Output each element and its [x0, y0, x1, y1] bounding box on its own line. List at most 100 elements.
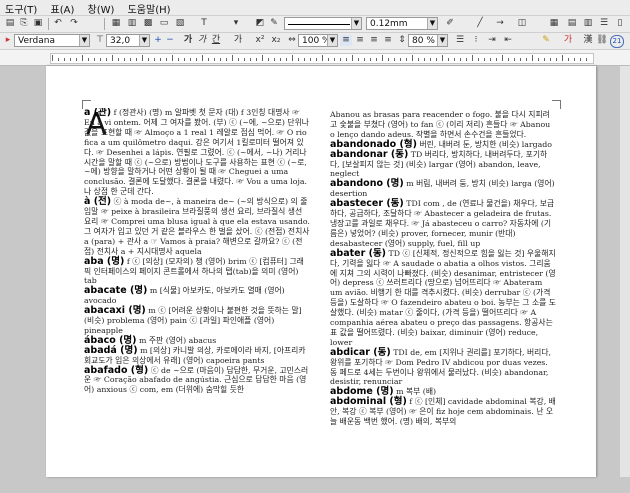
highlight-icon[interactable]: ✎ [540, 35, 552, 46]
char-style-button[interactable]: 가 [232, 35, 244, 46]
ruler-tick [556, 58, 557, 61]
dictionary-entry: à (전) ⓒ à moda de~, à maneira de~ (~의 방식… [84, 197, 310, 256]
menu-window[interactable]: 창(W) [83, 0, 120, 16]
ruler-tick [112, 55, 113, 61]
ruler-tick [202, 55, 203, 61]
table-icon[interactable]: ▦ [110, 18, 122, 29]
ruler-tick [196, 58, 197, 61]
entry-headword: abater (동) [330, 247, 387, 259]
ruler-tick [310, 58, 311, 61]
dictionary-entry: a (관) f (정관사) (명) m 알파벳 첫 문자 (대) f 3인칭 대… [84, 108, 310, 197]
ruler-tick [568, 58, 569, 61]
ruler-tick [484, 58, 485, 61]
font-size-icon: ⊤ [96, 35, 104, 45]
bullets-icon[interactable]: ☰ [454, 35, 466, 46]
menu-table[interactable]: 표(A) [46, 0, 80, 16]
align-center-icon[interactable]: ≡ [368, 35, 380, 46]
fill-icon[interactable]: ◫ [516, 18, 528, 29]
merge-icon[interactable]: ▥ [582, 18, 594, 29]
ruler-tick [76, 58, 77, 61]
hanja-icon[interactable]: 漢 [582, 35, 594, 46]
more-arrow-icon[interactable]: ▾ [230, 18, 242, 29]
paste-icon[interactable]: ▣ [32, 18, 44, 29]
ruler-tick [166, 58, 167, 61]
ruler-tick [580, 58, 581, 61]
chevron-down-icon: ▼ [427, 18, 437, 29]
menu-bar: 도구(T) 표(A) 창(W) 도움말(H) [0, 0, 630, 16]
ruler-tick [160, 58, 161, 61]
ruler-tick [154, 58, 155, 61]
ruler-tick [82, 55, 83, 61]
columns-icon[interactable]: ▭ [158, 18, 170, 29]
underline-button[interactable]: 간 [210, 35, 222, 46]
menu-tools[interactable]: 도구(T) [0, 0, 42, 16]
link-icon[interactable]: ⛓ [596, 35, 608, 46]
text-box-icon[interactable]: T [198, 18, 210, 29]
document-page[interactable]: A a (관) f (정관사) (명) m 알파벳 첫 문자 (대) f 3인칭… [46, 66, 596, 477]
vertical-scrollbar[interactable] [620, 66, 630, 477]
ruler-tick [430, 58, 431, 61]
cols-icon[interactable]: ▯ [614, 18, 626, 29]
ruler-tick [334, 58, 335, 61]
ruler-tick [70, 58, 71, 61]
ruler-tick [382, 55, 383, 61]
zoom-select[interactable]: 100 % ▼ [298, 34, 338, 47]
bold-button[interactable]: 가 [182, 35, 194, 46]
entry-headword: abacate (명) [84, 285, 148, 297]
pencil-icon[interactable]: ✎ [268, 18, 280, 29]
arrow-icon[interactable]: → [494, 18, 506, 29]
undo-icon[interactable]: ↶ [52, 18, 64, 29]
ruler-tick [262, 55, 263, 61]
outdent-icon[interactable]: ⇤ [502, 35, 514, 46]
shape-icon[interactable]: ◩ [254, 18, 266, 29]
ruler-tick [472, 55, 473, 61]
ruler-tick [268, 58, 269, 61]
ruler-tick [358, 58, 359, 61]
indent-icon[interactable]: ⇥ [486, 35, 498, 46]
shrink-font-icon[interactable]: − [164, 35, 176, 46]
ruler-tick [316, 58, 317, 61]
ruler-tick [496, 58, 497, 61]
ruler-tick [364, 58, 365, 61]
style-icon[interactable]: ▸ [2, 35, 14, 46]
table-grid-icon[interactable]: ▦ [548, 18, 560, 29]
entry-definition: Abanou as brasas para reacender o fogo. … [330, 110, 551, 139]
ruler-tick [520, 58, 521, 61]
superscript-icon[interactable]: x² [254, 35, 266, 46]
numbering-icon[interactable]: ⁝ [470, 35, 482, 46]
line-width-select[interactable]: 0.12mm ▼ [366, 17, 438, 30]
font-color-icon[interactable]: 가 [562, 35, 574, 46]
grow-font-icon[interactable]: + [152, 35, 164, 46]
italic-button[interactable]: 가 [196, 35, 208, 46]
page-count-badge[interactable]: 21 [610, 35, 624, 48]
rows-icon[interactable]: ☰ [598, 18, 610, 29]
horizontal-ruler[interactable] [0, 50, 630, 66]
copy-icon[interactable]: ⎘ [18, 18, 30, 29]
font-size-field[interactable]: 32,0 ▼ [106, 34, 150, 47]
align-right-icon[interactable]: ≡ [382, 35, 394, 46]
open-icon[interactable]: ▤ [4, 18, 16, 29]
chart-icon[interactable]: ▥ [126, 18, 138, 29]
subscript-icon[interactable]: x₂ [270, 35, 282, 46]
line-icon[interactable]: ╱ [474, 18, 486, 29]
ruler-tick [424, 58, 425, 61]
dictionary-entry: abadá (명) m [의상] 카니발 의상, 카로에이라 바지, [아프리카… [84, 345, 310, 366]
ruler-tick [286, 58, 287, 61]
image-icon[interactable]: ▧ [174, 18, 186, 29]
redo-icon[interactable]: ↷ [68, 18, 80, 29]
menu-help[interactable]: 도움말(H) [123, 0, 176, 16]
split-icon[interactable]: ▤ [566, 18, 578, 29]
entry-headword: à (전) [84, 196, 112, 208]
dictionary-entry: abdominal (형) f ⓒ [인체] cavidade abdomina… [330, 397, 556, 427]
align-left-icon[interactable]: ≡ [354, 35, 366, 46]
align-justify-icon[interactable]: ≡ [340, 35, 352, 46]
dictionary-entry: abacate (명) m [식물] 아보카도, 아보카도 열매 (영어) av… [84, 286, 310, 306]
line-spacing-icon: ⇕ [398, 35, 406, 45]
line-spacing-select[interactable]: 80 % ▼ [408, 34, 448, 47]
font-name-select[interactable]: Verdana ▼ [14, 34, 90, 47]
grid-icon[interactable]: ▩ [142, 18, 154, 29]
ruler-tick [298, 58, 299, 61]
pen-color-icon[interactable]: ✐ [444, 18, 456, 29]
line-style-select[interactable]: ▼ [284, 17, 362, 30]
ruler-tick [352, 55, 353, 61]
